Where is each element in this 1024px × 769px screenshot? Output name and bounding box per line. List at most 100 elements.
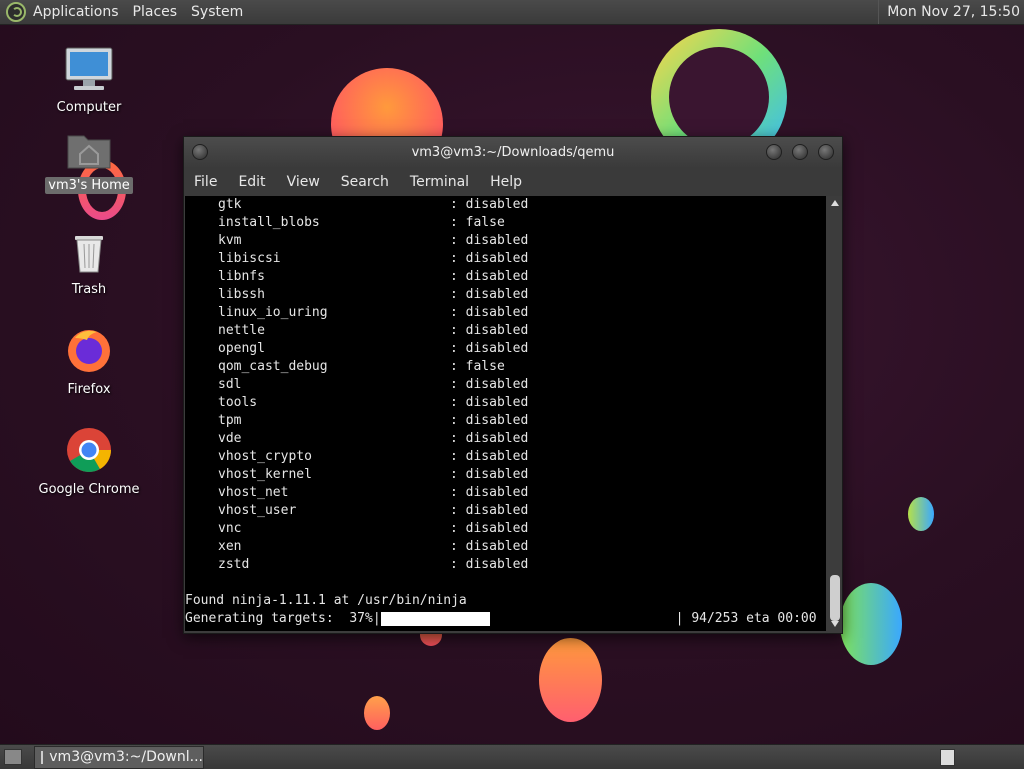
config-value: : disabled (450, 251, 529, 266)
config-row: linux_io_uring: disabled (185, 304, 826, 322)
menu-applications[interactable]: Applications (33, 4, 119, 20)
config-row: vhost_user : disabled (185, 502, 826, 520)
config-key: nettle (218, 323, 265, 338)
top-menu: Applications Places System (33, 4, 257, 20)
config-value: : false (450, 215, 505, 230)
config-row: gtk : disabled (185, 196, 826, 214)
menu-search[interactable]: Search (341, 174, 389, 190)
window-titlebar[interactable]: vm3@vm3:~/Downloads/qemu (184, 137, 842, 168)
progress-tail: | 94/253 eta 00:00 (675, 611, 817, 626)
desktop-icon-label: Trash (71, 282, 107, 297)
menu-file[interactable]: File (194, 174, 217, 190)
config-row: install_blobs : false (185, 214, 826, 232)
config-key: vnc (218, 521, 242, 536)
config-key: vhost_user (218, 503, 297, 518)
maximize-button[interactable] (792, 144, 808, 160)
terminal-scrollbar[interactable] (828, 196, 842, 631)
close-button[interactable] (818, 144, 834, 160)
config-row: vhost_kernel : disabled (185, 466, 826, 484)
distro-logo-icon[interactable] (6, 2, 26, 22)
bottom-panel: vm3@vm3:~/Downl... (0, 744, 1024, 769)
desktop-icon-chrome[interactable]: Google Chrome (34, 426, 144, 497)
menu-edit[interactable]: Edit (238, 174, 265, 190)
config-key: libiscsi (218, 251, 281, 266)
config-row: nettle : disabled (185, 322, 826, 340)
config-value: : disabled (450, 413, 529, 428)
terminal-icon (41, 751, 44, 764)
config-key: gtk (218, 197, 242, 212)
menu-help[interactable]: Help (490, 174, 522, 190)
desktop-icon-computer[interactable]: Computer (34, 46, 144, 115)
config-value: : disabled (450, 431, 529, 446)
config-key: vhost_kernel (218, 467, 312, 482)
progress-bar (380, 612, 490, 626)
window-menu-icon[interactable] (192, 144, 208, 160)
config-value: : disabled (450, 287, 529, 302)
config-value: : disabled (450, 233, 529, 248)
terminal-menubar: File Edit View Search Terminal Help (184, 168, 842, 196)
scroll-up-icon[interactable] (831, 200, 839, 206)
config-row: xen: disabled (185, 538, 826, 556)
desktop-icon-home[interactable]: vm3's Home (34, 130, 144, 194)
large-blue-green-orb-decoration (840, 583, 902, 665)
config-key: qom_cast_debug (218, 359, 328, 374)
config-value: : disabled (450, 503, 529, 518)
config-key: kvm (218, 233, 242, 248)
config-key: libnfs (218, 269, 265, 284)
config-value: : disabled (450, 521, 529, 536)
menu-view[interactable]: View (287, 174, 320, 190)
menu-terminal[interactable]: Terminal (410, 174, 469, 190)
menu-system[interactable]: System (191, 4, 243, 20)
config-value: : disabled (450, 197, 529, 212)
terminal-window[interactable]: vm3@vm3:~/Downloads/qemu File Edit View … (183, 136, 843, 634)
config-summary: gtk : disabled install_blobs : false kvm : di… (185, 196, 826, 574)
config-value: : disabled (450, 557, 529, 572)
desktop-icon-firefox[interactable]: Firefox (34, 326, 144, 397)
workspace-switcher[interactable] (940, 749, 955, 766)
config-key: zstd (218, 557, 250, 572)
config-value: : disabled (450, 539, 529, 554)
show-desktop-icon[interactable] (4, 749, 22, 765)
config-row: zstd : disabled (185, 556, 826, 574)
config-value: : disabled (450, 395, 529, 410)
config-key: libssh (218, 287, 265, 302)
config-key: tpm (218, 413, 242, 428)
desktop-icon-label: Firefox (67, 382, 111, 397)
clock[interactable]: Mon Nov 27, 15:50 (878, 0, 1024, 24)
config-value: : disabled (450, 467, 529, 482)
config-row: libiscsi : disabled (185, 250, 826, 268)
desktop-icon-label: Google Chrome (38, 482, 140, 497)
progress-label: Generating targets: 37%| (185, 611, 381, 626)
found-ninja-line: Found ninja-1.11.1 at /usr/bin/ninja (185, 593, 467, 608)
config-row: vhost_net: disabled (185, 484, 826, 502)
computer-icon (34, 46, 144, 96)
config-value: : disabled (450, 341, 529, 356)
scrollbar-thumb[interactable] (830, 575, 840, 621)
scroll-down-icon[interactable] (831, 621, 839, 627)
window-title: vm3@vm3:~/Downloads/qemu (411, 145, 615, 160)
config-value: : disabled (450, 323, 529, 338)
terminal-output[interactable]: gtk : disabled install_blobs : false kvm : di… (185, 196, 826, 631)
menu-places[interactable]: Places (133, 4, 178, 20)
config-key: vde (218, 431, 242, 446)
config-row: tpm : disabled (185, 412, 826, 430)
minimize-button[interactable] (766, 144, 782, 160)
home-folder-icon (34, 130, 144, 174)
config-key: sdl (218, 377, 242, 392)
config-row: vhost_crypto : disabled (185, 448, 826, 466)
config-key: opengl (218, 341, 265, 356)
trash-icon (34, 230, 144, 278)
config-row: libnfs: disabled (185, 268, 826, 286)
config-value: : disabled (450, 449, 529, 464)
taskbar-item-terminal[interactable]: vm3@vm3:~/Downl... (34, 746, 204, 769)
config-key: vhost_net (218, 485, 289, 500)
config-value: : disabled (450, 305, 529, 320)
config-key: install_blobs (218, 215, 320, 230)
desktop-icon-trash[interactable]: Trash (34, 230, 144, 297)
config-key: vhost_crypto (218, 449, 312, 464)
bottom-orange-orb-decoration (539, 638, 602, 722)
desktop-icon-label: vm3's Home (45, 177, 133, 194)
firefox-icon (34, 326, 144, 378)
config-row: vnc : disabled (185, 520, 826, 538)
